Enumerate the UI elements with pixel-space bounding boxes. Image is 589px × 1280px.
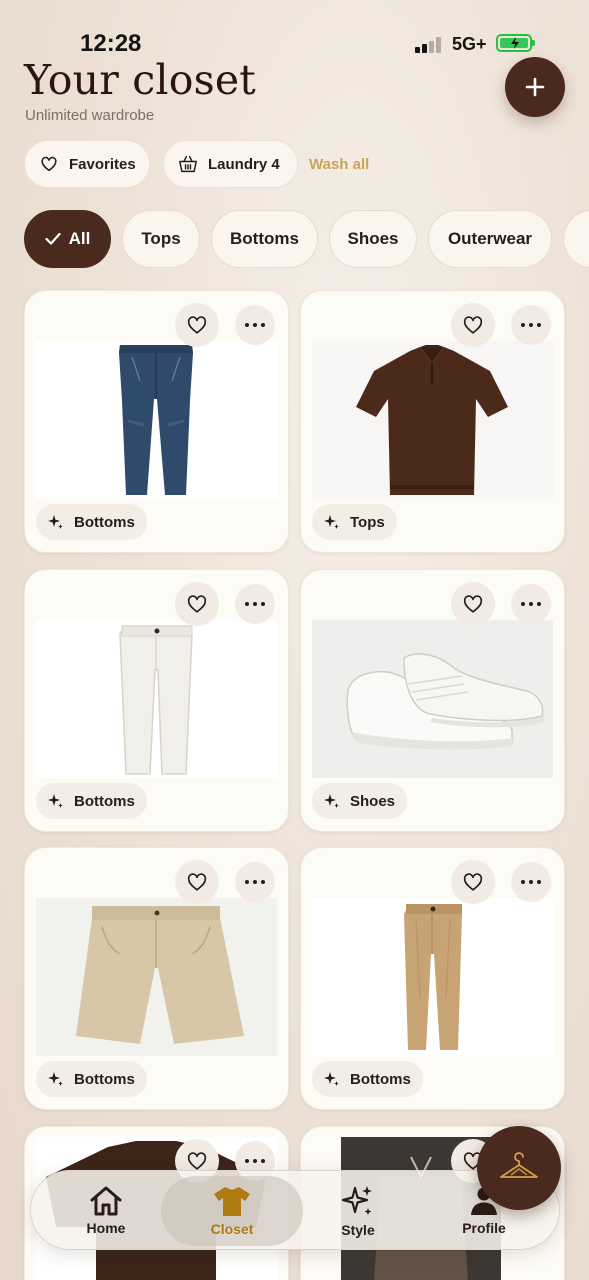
sparkles-icon: [341, 1186, 372, 1215]
item-image: [312, 898, 553, 1056]
heart-icon: [41, 156, 57, 172]
home-icon: [90, 1186, 122, 1216]
laundry-button[interactable]: Laundry 4: [163, 140, 298, 188]
more-options-button[interactable]: [511, 862, 551, 902]
sparkle-icon: [48, 794, 63, 808]
nav-closet[interactable]: Closet: [172, 1171, 292, 1251]
page-title: Your closet: [24, 56, 256, 104]
sparkle-icon: [324, 1072, 339, 1086]
ellipsis-icon: [245, 1159, 265, 1163]
filter-shoes[interactable]: Shoes: [329, 210, 417, 268]
filter-all[interactable]: All: [24, 210, 111, 268]
category-tag: Bottoms: [36, 783, 147, 819]
category-label: Shoes: [350, 792, 396, 810]
heart-icon: [187, 595, 207, 613]
nav-closet-label: Closet: [210, 1221, 254, 1237]
category-label: Bottoms: [74, 1070, 135, 1088]
item-card[interactable]: Tops: [300, 290, 565, 553]
nav-home-label: Home: [86, 1220, 126, 1236]
heart-icon: [187, 316, 207, 334]
laundry-basket-icon: [179, 155, 197, 173]
nav-style[interactable]: Style: [298, 1171, 418, 1251]
favorites-label: Favorites: [69, 155, 136, 173]
category-label: Bottoms: [74, 513, 135, 531]
ellipsis-icon: [521, 602, 541, 606]
hanger-icon: [500, 1152, 538, 1178]
category-tag: Bottoms: [36, 1061, 147, 1097]
item-image: [36, 898, 277, 1056]
heart-icon: [463, 595, 483, 613]
more-options-button[interactable]: [511, 305, 551, 345]
favorite-toggle[interactable]: [175, 582, 219, 626]
add-item-button[interactable]: [505, 57, 565, 117]
sparkle-icon: [324, 515, 339, 529]
filter-outerwear-label: Outerwear: [447, 229, 533, 248]
item-card[interactable]: Bottoms: [24, 847, 289, 1110]
category-label: Bottoms: [74, 792, 135, 810]
heart-icon: [463, 873, 483, 891]
heart-icon: [463, 316, 483, 334]
status-time: 12:28: [80, 30, 142, 57]
more-options-button[interactable]: [235, 305, 275, 345]
ellipsis-icon: [245, 602, 265, 606]
favorites-button[interactable]: Favorites: [24, 140, 150, 188]
favorite-toggle[interactable]: [451, 860, 495, 904]
more-options-button[interactable]: [235, 862, 275, 902]
network-label: 5G+: [452, 34, 487, 54]
filter-bottoms[interactable]: Bottoms: [211, 210, 318, 268]
item-image: [36, 620, 277, 778]
item-image: [36, 341, 277, 499]
category-tag: Bottoms: [312, 1061, 423, 1097]
sparkle-icon: [48, 1072, 63, 1086]
ellipsis-icon: [521, 880, 541, 884]
favorite-toggle[interactable]: [451, 582, 495, 626]
favorite-toggle[interactable]: [175, 860, 219, 904]
category-tag: Tops: [312, 504, 397, 540]
more-options-button[interactable]: [235, 584, 275, 624]
item-image: [312, 341, 553, 499]
item-card[interactable]: Bottoms: [24, 290, 289, 553]
plus-icon: [525, 77, 545, 97]
more-options-button[interactable]: [511, 584, 551, 624]
page-subtitle: Unlimited wardrobe: [25, 107, 155, 124]
favorite-toggle[interactable]: [451, 303, 495, 347]
checkmark-icon: [45, 232, 61, 245]
filter-shoes-label: Shoes: [347, 229, 399, 248]
outfit-hanger-button[interactable]: [477, 1126, 561, 1210]
category-tag: Bottoms: [36, 504, 147, 540]
filter-tops[interactable]: Tops: [122, 210, 200, 268]
filter-bottoms-label: Bottoms: [230, 229, 299, 248]
wash-all-link[interactable]: Wash all: [309, 156, 369, 173]
nav-home[interactable]: Home: [46, 1171, 166, 1251]
item-card[interactable]: Bottoms: [300, 847, 565, 1110]
filter-more[interactable]: [563, 210, 589, 268]
category-tag: Shoes: [312, 783, 408, 819]
filter-all-label: All: [68, 229, 91, 248]
category-label: Bottoms: [350, 1070, 411, 1088]
category-filters: All Tops Bottoms Shoes Outerwear: [24, 210, 589, 270]
item-card[interactable]: Bottoms: [24, 569, 289, 832]
ellipsis-icon: [245, 880, 265, 884]
heart-icon: [187, 1152, 207, 1170]
signal-icon: [415, 37, 443, 53]
battery-icon: [496, 34, 535, 52]
category-label: Tops: [350, 513, 385, 531]
nav-profile-label: Profile: [462, 1220, 506, 1236]
filter-tops-label: Tops: [141, 229, 181, 248]
filter-outerwear[interactable]: Outerwear: [428, 210, 552, 268]
laundry-label: Laundry 4: [208, 155, 280, 173]
tshirt-icon: [214, 1187, 250, 1216]
sparkle-icon: [48, 515, 63, 529]
favorite-toggle[interactable]: [175, 303, 219, 347]
ellipsis-icon: [245, 323, 265, 327]
item-card[interactable]: Shoes: [300, 569, 565, 832]
nav-style-label: Style: [341, 1222, 375, 1238]
item-image: [312, 620, 553, 778]
heart-icon: [187, 873, 207, 891]
ellipsis-icon: [521, 323, 541, 327]
sparkle-icon: [324, 794, 339, 808]
